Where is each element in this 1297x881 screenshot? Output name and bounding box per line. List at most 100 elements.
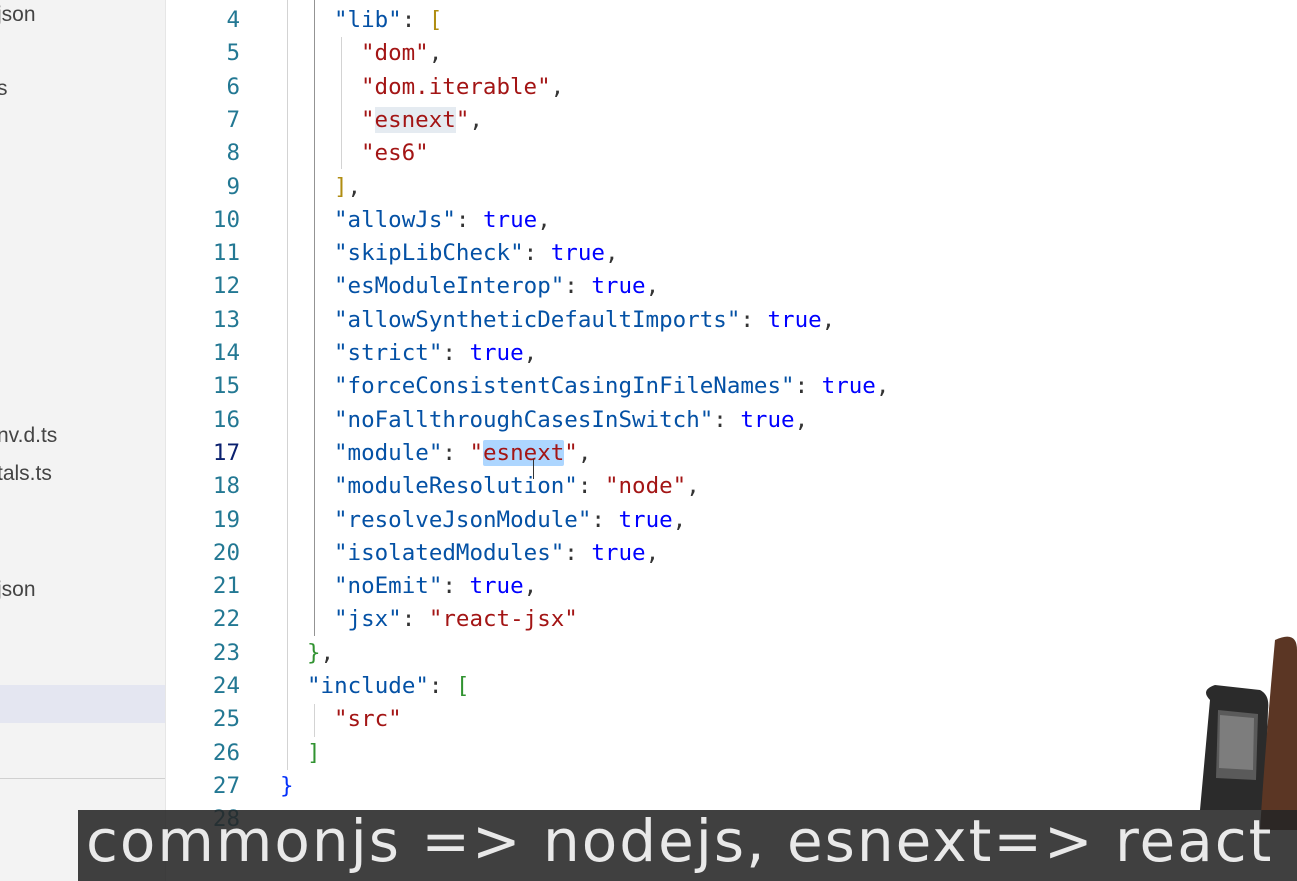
code-token: true <box>618 506 673 533</box>
code-line[interactable]: 17 "module": "esnext", <box>166 437 1297 470</box>
code-line[interactable]: 5 "dom", <box>166 37 1297 70</box>
code-token: true <box>550 240 605 267</box>
code-line[interactable]: 4 "lib": [ <box>166 4 1297 37</box>
sidebar-item-folder[interactable]: s <box>0 74 165 104</box>
sidebar-item-json-file[interactable]: json <box>0 0 165 30</box>
code-token: " <box>361 106 375 133</box>
code-token: "jsx" <box>334 606 402 633</box>
code-line[interactable]: 18 "moduleResolution": "node", <box>166 470 1297 503</box>
code-line[interactable]: 11 "skipLibCheck": true, <box>166 237 1297 270</box>
code-line[interactable]: 8 "es6" <box>166 137 1297 170</box>
code-token: esnext <box>483 439 565 466</box>
code-token: "dom.iterable" <box>361 73 551 100</box>
code-line[interactable]: 12 "esModuleInterop": true, <box>166 270 1297 303</box>
code-token: , <box>686 473 700 500</box>
code-token: true <box>591 539 646 566</box>
code-text: "jsx": "react-jsx" <box>334 603 578 636</box>
code-text: "allowJs": true, <box>334 204 551 237</box>
line-number: 23 <box>212 639 240 666</box>
sidebar-item-label: nv.d.ts <box>0 424 58 447</box>
sidebar-selected-row[interactable] <box>0 685 165 723</box>
code-line[interactable]: 26] <box>166 737 1297 770</box>
code-text: "dom", <box>361 37 442 70</box>
sidebar-item-env-dts[interactable]: nv.d.ts <box>0 421 165 451</box>
subtitle-caption-bar: commonjs => nodejs, esnext=> react <box>78 807 1297 881</box>
code-token: , <box>469 106 483 133</box>
text-cursor-ibeam <box>533 459 534 479</box>
line-number: 13 <box>212 306 240 333</box>
code-line[interactable]: 27} <box>166 770 1297 803</box>
code-token: , <box>794 406 809 433</box>
code-line[interactable]: 10 "allowJs": true, <box>166 204 1297 237</box>
file-explorer-sidebar: json s nv.d.ts tals.ts json <box>0 0 166 881</box>
code-token: , <box>821 306 836 333</box>
code-token: "include" <box>307 673 429 699</box>
code-text: "esModuleInterop": true, <box>334 270 659 303</box>
code-token: : <box>713 406 741 433</box>
code-text: "lib": [ <box>334 4 442 37</box>
code-token: : <box>740 306 768 333</box>
code-token: "strict" <box>334 340 443 366</box>
code-text: "forceConsistentCasingInFileNames": true… <box>334 370 889 403</box>
code-line[interactable]: 15 "forceConsistentCasingInFileNames": tr… <box>166 370 1297 403</box>
code-token: "lib" <box>334 7 402 33</box>
code-line[interactable]: 7 "esnext", <box>166 104 1297 137</box>
code-token: " <box>564 439 578 466</box>
code-token: "resolveJsonModule" <box>334 506 592 533</box>
code-token: : <box>442 573 470 600</box>
code-token: "es6" <box>361 140 429 167</box>
sidebar-divider <box>0 778 165 779</box>
line-number: 14 <box>212 340 240 366</box>
code-text: "isolatedModules": true, <box>334 537 659 570</box>
code-token: : <box>564 539 592 566</box>
webcam-overlay <box>1200 636 1297 830</box>
line-number: 20 <box>212 539 240 566</box>
line-number: 24 <box>212 673 240 699</box>
code-line[interactable]: 23}, <box>166 637 1297 670</box>
sidebar-item-setuptests[interactable]: tals.ts <box>0 459 165 489</box>
line-number: 5 <box>226 40 240 67</box>
code-editor[interactable]: 4 "lib": [5 "dom", 6 "dom.iterable", 7 "esnext… <box>166 0 1297 881</box>
code-token: true <box>483 206 538 233</box>
code-token: true <box>821 373 876 400</box>
code-text: "strict": true, <box>334 337 537 370</box>
code-token: "react-jsx" <box>428 606 578 633</box>
code-text: "noFallthroughCasesInSwitch": true, <box>334 404 808 437</box>
line-number: 10 <box>212 206 240 233</box>
code-line[interactable]: 16 "noFallthroughCasesInSwitch": true, <box>166 404 1297 437</box>
code-line[interactable]: 9], <box>166 171 1297 204</box>
code-token: , <box>428 40 443 67</box>
code-token: : <box>794 373 822 400</box>
code-text: "include": [ <box>307 670 470 703</box>
code-line[interactable]: 13 "allowSyntheticDefaultImports": true, <box>166 304 1297 337</box>
code-line[interactable]: 14 "strict": true, <box>166 337 1297 370</box>
code-token: , <box>550 73 565 100</box>
code-token: : <box>564 273 592 300</box>
line-number: 11 <box>212 240 240 267</box>
code-token: : <box>401 7 429 33</box>
code-token: "noEmit" <box>334 573 443 600</box>
sidebar-item-tsconfig-json[interactable]: json <box>0 575 165 605</box>
code-token: : <box>591 506 619 533</box>
code-line[interactable]: 22 "jsx": "react-jsx" <box>166 603 1297 636</box>
code-token: "esModuleInterop" <box>334 273 565 300</box>
code-line[interactable]: 24 "include": [ <box>166 670 1297 703</box>
code-token: } <box>280 772 294 799</box>
code-text: "resolveJsonModule": true, <box>334 504 686 537</box>
line-number: 4 <box>226 7 240 33</box>
code-token: , <box>537 206 551 233</box>
code-line[interactable]: 20 "isolatedModules": true, <box>166 537 1297 570</box>
code-token: "node" <box>604 473 687 500</box>
code-line[interactable]: 25 "src" <box>166 703 1297 736</box>
code-line[interactable]: 21 "noEmit": true, <box>166 570 1297 603</box>
code-token: "src" <box>334 706 402 733</box>
sidebar-item-label: tals.ts <box>0 462 52 485</box>
code-line[interactable]: 6 "dom.iterable", <box>166 71 1297 104</box>
code-text: } <box>280 770 294 803</box>
code-text: }, <box>307 637 334 670</box>
line-number: 25 <box>212 706 240 733</box>
caption-text: commonjs => nodejs, esnext=> react <box>86 807 1274 875</box>
line-number: 6 <box>226 73 240 100</box>
code-token: ] <box>307 739 321 766</box>
code-line[interactable]: 19 "resolveJsonModule": true, <box>166 504 1297 537</box>
